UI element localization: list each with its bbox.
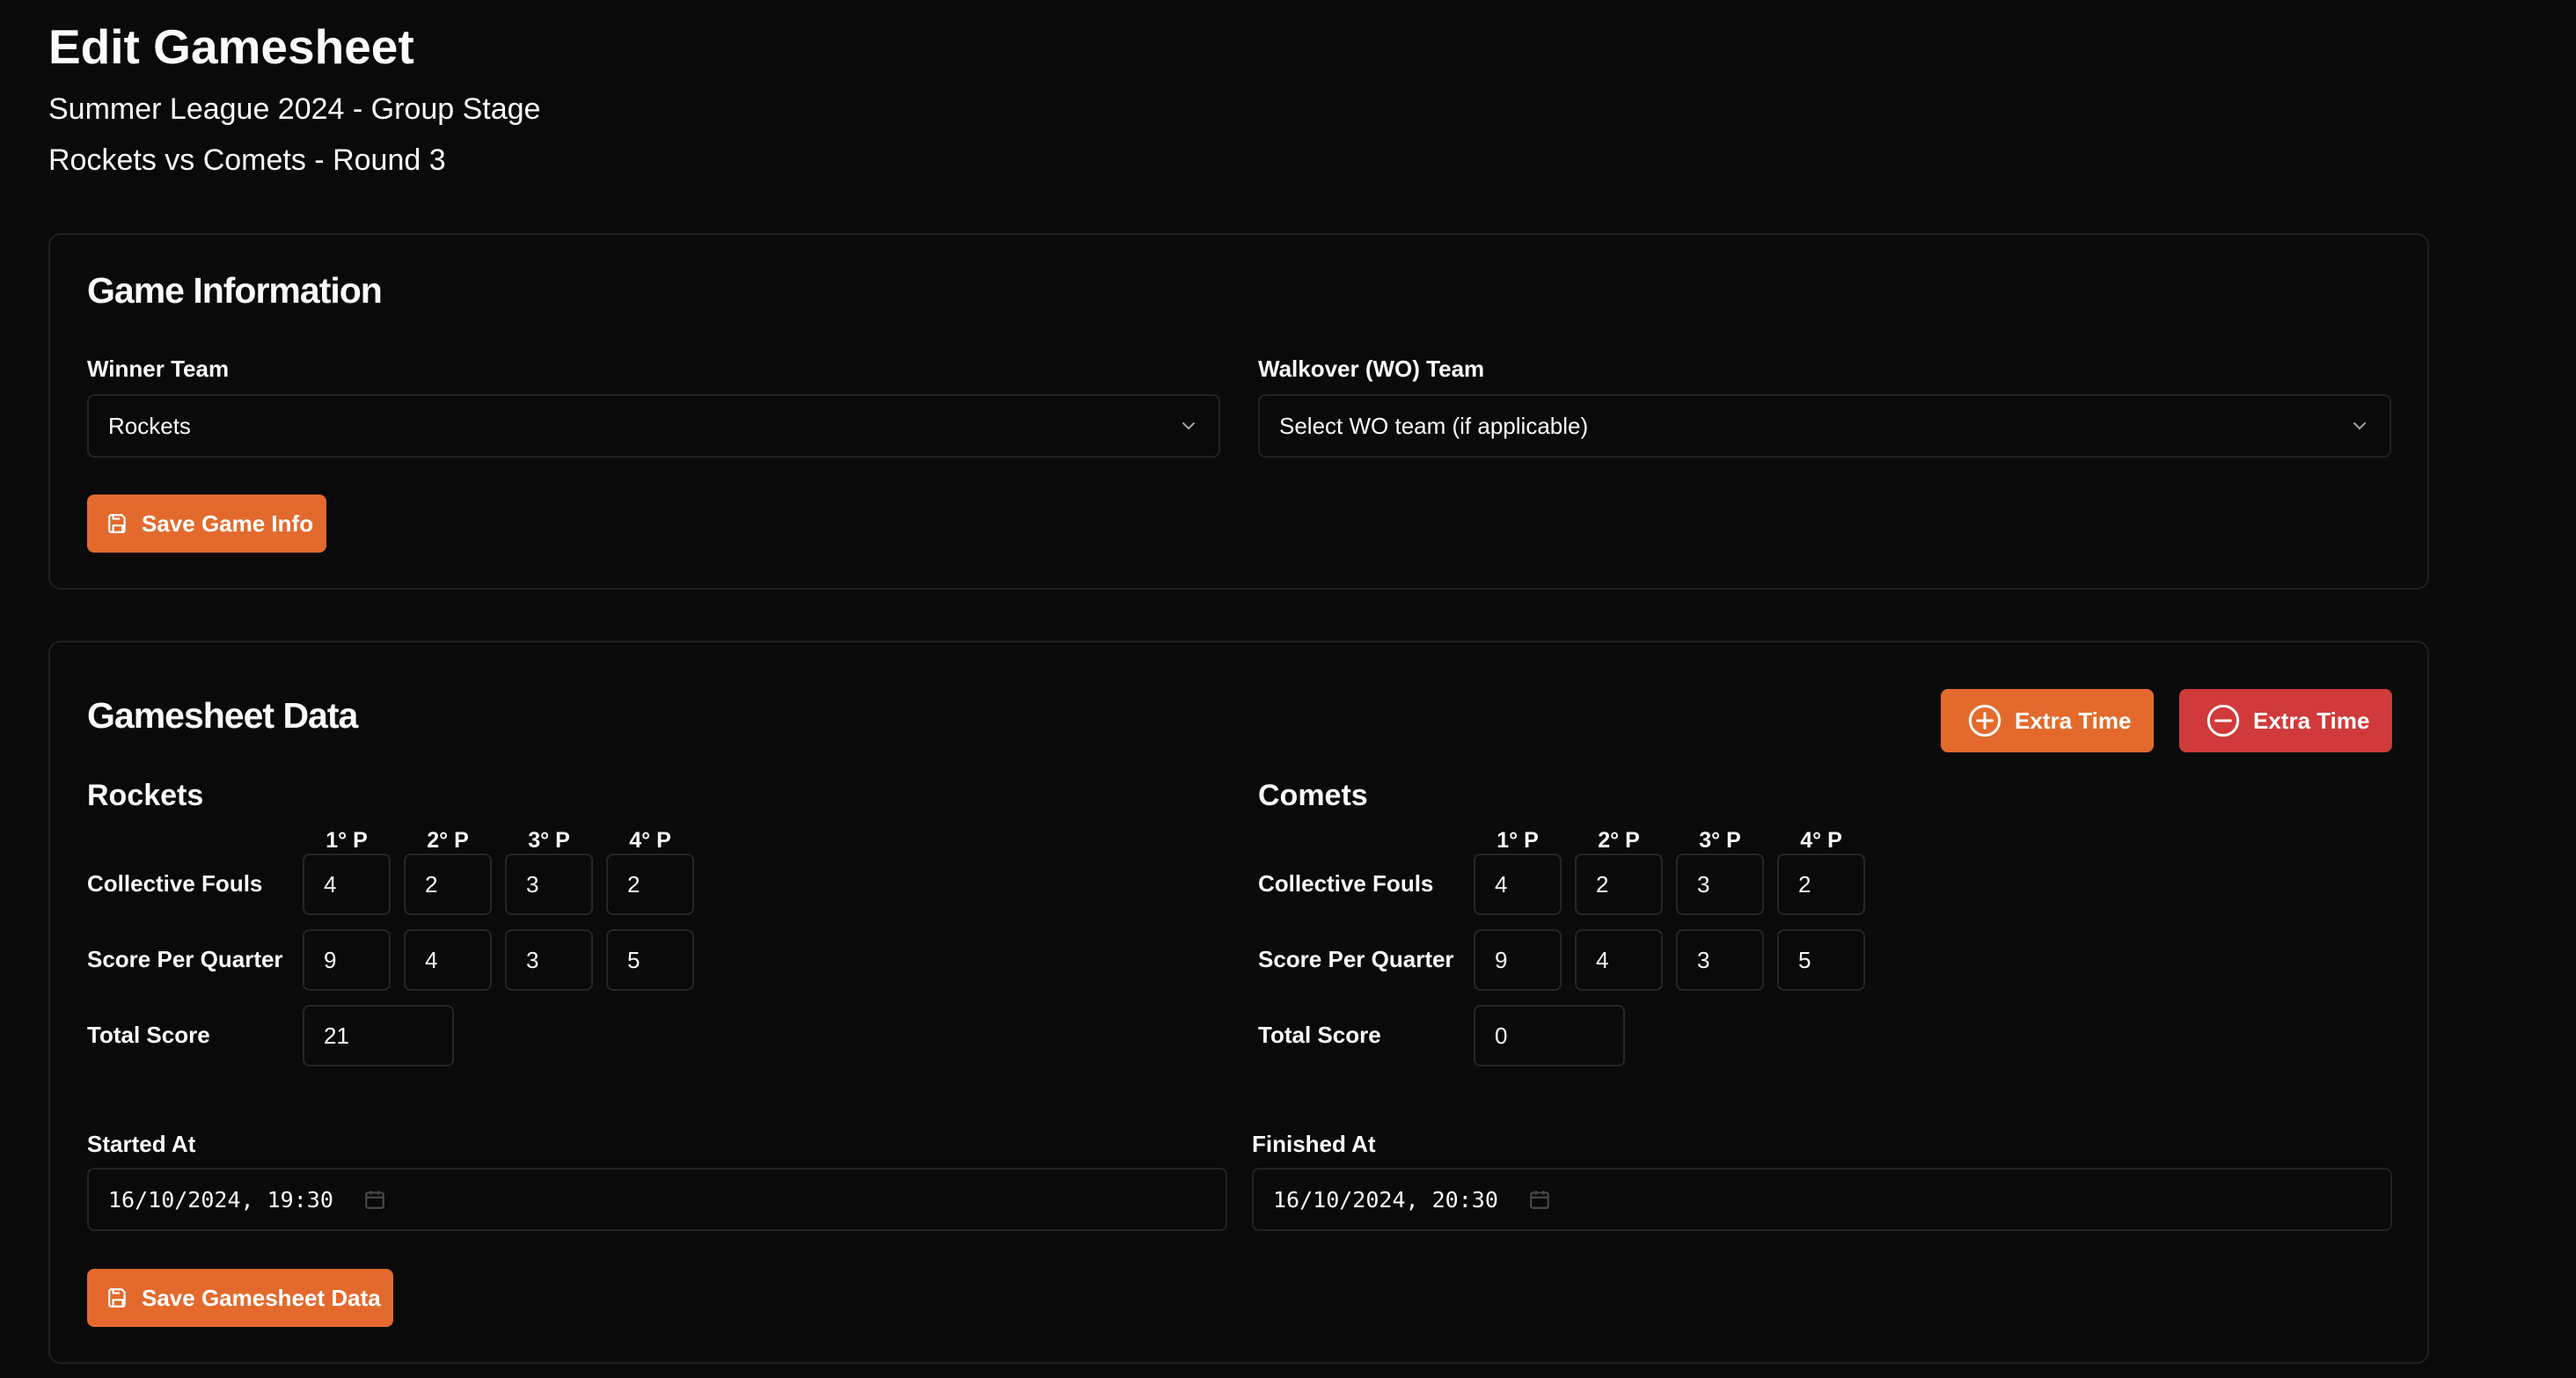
matchup-title: Rockets vs Comets - Round 3 [48, 143, 446, 177]
page-subtitle: Summer League 2024 - Group Stage [48, 92, 541, 126]
winner-team-value: Rockets [108, 412, 191, 439]
game-info-title: Game Information [87, 270, 383, 311]
finished-at-input[interactable]: 16/10/2024, 20:30 [1252, 1168, 2392, 1231]
quarter-header-1: 1° P [326, 828, 368, 853]
score-q1-input[interactable]: 9 [303, 929, 391, 991]
fouls-label: Collective Fouls [1258, 870, 1434, 897]
add-extra-time-button[interactable]: Extra Time [1941, 689, 2154, 752]
fouls-q4-input[interactable]: 2 [1777, 854, 1865, 915]
team-panel-rockets: Rockets 1° P 2° P 3° P 4° P Collective F… [87, 779, 1231, 1087]
game-info-card: Game Information Winner Team Rockets Wal… [48, 233, 2429, 590]
total-score-input[interactable]: 21 [303, 1005, 454, 1066]
chevron-down-icon [1178, 415, 1199, 436]
score-q2-input[interactable]: 4 [1575, 929, 1663, 991]
fouls-q2-input[interactable]: 2 [404, 854, 492, 915]
score-label: Score Per Quarter [87, 946, 283, 972]
team-name: Comets [1258, 779, 1368, 812]
fouls-q4-input[interactable]: 2 [606, 854, 694, 915]
fouls-q3-input[interactable]: 3 [505, 854, 593, 915]
winner-team-label: Winner Team [87, 355, 230, 382]
wo-team-placeholder: Select WO team (if applicable) [1279, 412, 1589, 439]
save-gamesheet-label: Save Gamesheet Data [142, 1284, 381, 1311]
total-score-input[interactable]: 0 [1474, 1005, 1625, 1066]
save-icon [106, 512, 129, 535]
wo-team-label: Walkover (WO) Team [1258, 355, 1485, 382]
quarter-header-4: 4° P [629, 828, 671, 853]
score-q4-input[interactable]: 5 [606, 929, 694, 991]
save-game-info-label: Save Game Info [142, 509, 314, 537]
remove-extra-time-button[interactable]: Extra Time [2179, 689, 2392, 752]
score-label: Score Per Quarter [1258, 946, 1454, 972]
plus-circle-icon [1967, 703, 2002, 738]
quarter-header-3: 3° P [1699, 828, 1741, 853]
add-extra-time-label: Extra Time [2015, 707, 2132, 734]
score-q2-input[interactable]: 4 [404, 929, 492, 991]
score-q3-input[interactable]: 3 [1676, 929, 1764, 991]
calendar-icon[interactable] [363, 1188, 386, 1211]
score-q4-input[interactable]: 5 [1777, 929, 1865, 991]
quarter-headers: 1° P 2° P 3° P 4° P [87, 828, 791, 854]
quarter-header-2: 2° P [427, 828, 469, 853]
fouls-q2-input[interactable]: 2 [1575, 854, 1663, 915]
finished-at-value: 16/10/2024, 20:30 [1273, 1186, 1498, 1213]
score-q3-input[interactable]: 3 [505, 929, 593, 991]
score-q1-input[interactable]: 9 [1474, 929, 1562, 991]
fouls-q3-input[interactable]: 3 [1676, 854, 1764, 915]
started-at-label: Started At [87, 1131, 196, 1157]
chevron-down-icon [2349, 415, 2370, 436]
save-icon [106, 1286, 129, 1309]
fouls-q1-input[interactable]: 4 [1474, 854, 1562, 915]
team-name: Rockets [87, 779, 204, 812]
started-at-value: 16/10/2024, 19:30 [108, 1186, 333, 1213]
quarter-header-3: 3° P [528, 828, 570, 853]
total-score-label: Total Score [1258, 1022, 1381, 1048]
quarter-header-4: 4° P [1800, 828, 1842, 853]
quarter-header-2: 2° P [1598, 828, 1640, 853]
team-panel-comets: Comets 1° P 2° P 3° P 4° P Collective Fo… [1258, 779, 2402, 1087]
minus-circle-icon [2206, 703, 2241, 738]
gamesheet-card: Gamesheet Data Extra Time Extra Time Roc… [48, 641, 2429, 1364]
fouls-q1-input[interactable]: 4 [303, 854, 391, 915]
winner-team-select[interactable]: Rockets [87, 394, 1220, 458]
quarter-header-1: 1° P [1497, 828, 1539, 853]
gamesheet-title: Gamesheet Data [87, 695, 358, 736]
calendar-icon[interactable] [1528, 1188, 1551, 1211]
fouls-label: Collective Fouls [87, 870, 263, 897]
started-at-input[interactable]: 16/10/2024, 19:30 [87, 1168, 1227, 1231]
save-gamesheet-button[interactable]: Save Gamesheet Data [87, 1269, 393, 1327]
wo-team-select[interactable]: Select WO team (if applicable) [1258, 394, 2391, 458]
quarter-headers: 1° P 2° P 3° P 4° P [1258, 828, 1962, 854]
page-title: Edit Gamesheet [48, 19, 414, 74]
save-game-info-button[interactable]: Save Game Info [87, 495, 326, 553]
finished-at-label: Finished At [1252, 1131, 1376, 1157]
remove-extra-time-label: Extra Time [2253, 707, 2370, 734]
total-score-label: Total Score [87, 1022, 210, 1048]
